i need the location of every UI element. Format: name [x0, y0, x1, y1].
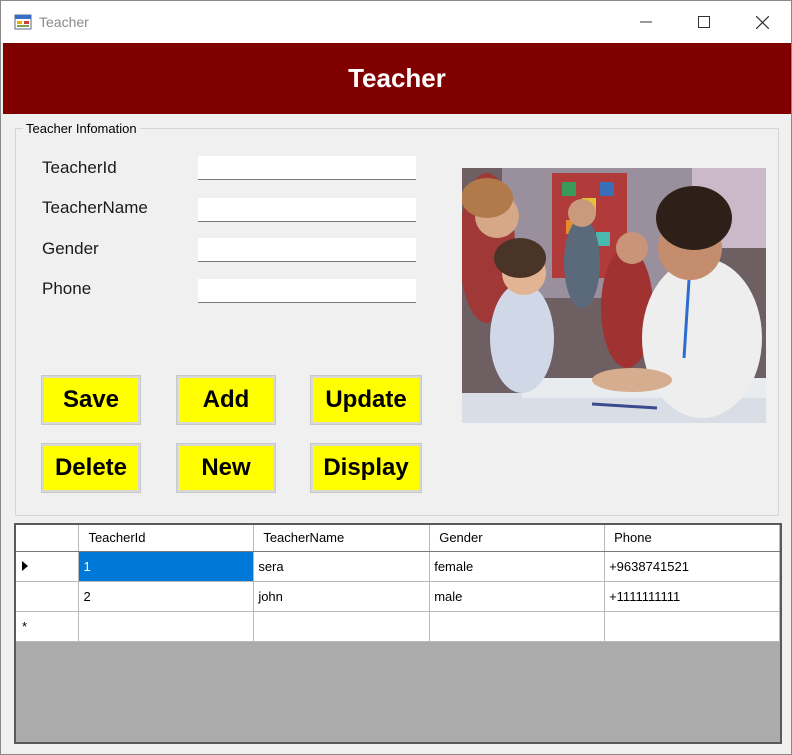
teacher-photo-image [462, 168, 766, 423]
update-button[interactable]: Update [311, 376, 421, 424]
header-banner: Teacher [3, 43, 791, 114]
row-header[interactable]: * [16, 611, 80, 642]
maximize-icon [698, 16, 710, 28]
teacher-photo [462, 168, 766, 423]
maximize-button[interactable] [675, 1, 733, 43]
column-header-teacherid[interactable]: TeacherId [78, 525, 255, 552]
display-button[interactable]: Display [311, 444, 421, 492]
row-header-corner[interactable] [16, 525, 80, 552]
save-button[interactable]: Save [42, 376, 140, 424]
table-header-row: TeacherId TeacherName Gender Phone [16, 525, 780, 552]
row-header[interactable] [16, 551, 80, 582]
teacher-id-label: TeacherId [42, 158, 117, 177]
cell-gender[interactable]: female [429, 551, 606, 582]
column-header-teachername[interactable]: TeacherName [253, 525, 431, 552]
column-header-phone[interactable]: Phone [604, 525, 780, 552]
teacher-name-input[interactable] [198, 198, 416, 222]
add-button[interactable]: Add [177, 376, 275, 424]
close-icon [755, 15, 769, 29]
groupbox-legend: Teacher Infomation [23, 121, 140, 136]
phone-label: Phone [42, 279, 92, 298]
cell-teachername[interactable]: john [253, 581, 431, 612]
delete-button[interactable]: Delete [42, 444, 140, 492]
teacher-table: TeacherId TeacherName Gender Phone 1 ser… [16, 525, 780, 642]
current-row-arrow-icon [22, 560, 28, 571]
gender-input[interactable] [198, 238, 416, 262]
table-row[interactable]: 2 john male +1111111111 [16, 581, 780, 612]
table-row[interactable]: 1 sera female +9638741521 [16, 551, 780, 582]
column-header-gender[interactable]: Gender [429, 525, 606, 552]
cell-teacherid[interactable] [78, 611, 255, 642]
page-title: Teacher [348, 63, 446, 93]
new-button[interactable]: New [177, 444, 275, 492]
gender-label: Gender [42, 239, 99, 258]
new-row-marker: * [22, 618, 28, 634]
cell-teachername[interactable]: sera [253, 551, 431, 582]
cell-teacherid[interactable]: 1 [78, 551, 255, 582]
close-button[interactable] [733, 1, 791, 43]
minimize-button[interactable] [617, 1, 675, 43]
cell-teachername[interactable] [253, 611, 431, 642]
teacher-datagrid[interactable]: TeacherId TeacherName Gender Phone 1 ser… [14, 523, 782, 744]
window-title: Teacher [39, 14, 89, 30]
form-app-icon [14, 14, 32, 30]
cell-gender[interactable]: male [429, 581, 606, 612]
title-bar[interactable]: Teacher [1, 1, 791, 43]
new-row[interactable]: * [16, 611, 780, 642]
phone-input[interactable] [198, 279, 416, 303]
teacher-id-input[interactable] [198, 156, 416, 180]
cell-gender[interactable] [429, 611, 606, 642]
teacher-window: Teacher Teacher Teacher Infomation Teach… [0, 0, 792, 755]
cell-phone[interactable] [604, 611, 780, 642]
cell-phone[interactable]: +1111111111 [604, 581, 780, 612]
teacher-name-label: TeacherName [42, 198, 148, 217]
cell-phone[interactable]: +9638741521 [604, 551, 780, 582]
cell-teacherid[interactable]: 2 [78, 581, 255, 612]
minimize-icon [640, 21, 652, 23]
row-header[interactable] [16, 581, 80, 612]
